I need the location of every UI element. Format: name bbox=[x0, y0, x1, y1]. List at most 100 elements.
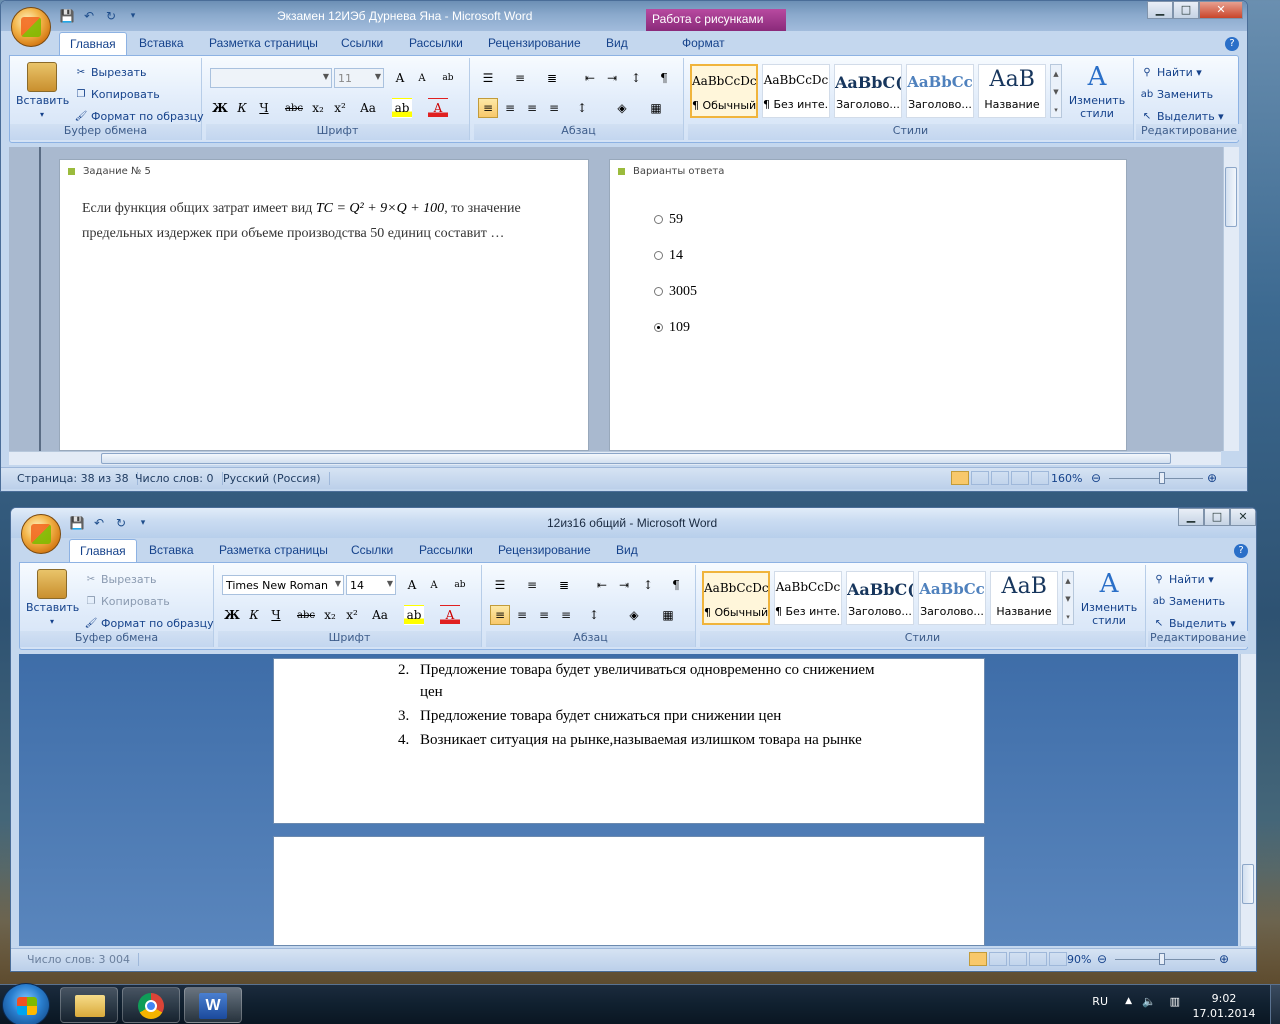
style-normal[interactable]: AaBbCcDc ¶ Обычный bbox=[702, 571, 770, 625]
superscript-button[interactable]: x² bbox=[330, 98, 350, 118]
word-window-exam[interactable]: 💾 ↶ ↻ ▾ Экзамен 12ИЭб Дурнева Яна - Micr… bbox=[0, 0, 1248, 492]
tab-home[interactable]: Главная bbox=[69, 539, 137, 562]
shading-button[interactable]: ◈ bbox=[624, 605, 644, 625]
borders-button[interactable]: ▦ bbox=[646, 98, 666, 118]
zoom-thumb[interactable] bbox=[1159, 953, 1165, 965]
minimize-button[interactable]: ▁ bbox=[1147, 1, 1173, 19]
zoom-thumb[interactable] bbox=[1159, 472, 1165, 484]
numbering-button[interactable]: ≡ bbox=[510, 68, 530, 88]
numbering-button[interactable]: ≡ bbox=[522, 575, 542, 595]
vertical-scrollbar[interactable] bbox=[1240, 654, 1256, 946]
qat-customize-icon[interactable]: ▾ bbox=[125, 9, 141, 23]
bullets-button[interactable]: ☰ bbox=[478, 68, 498, 88]
outline-view-button[interactable] bbox=[1011, 471, 1029, 485]
sort-button[interactable]: ↕ bbox=[638, 575, 658, 595]
bullets-button[interactable]: ☰ bbox=[490, 575, 510, 595]
grow-font-button[interactable]: A bbox=[390, 68, 410, 88]
zoom-slider[interactable]: ⊖ ⊕ bbox=[1097, 952, 1233, 968]
web-view-button[interactable] bbox=[1009, 952, 1027, 966]
bold-button[interactable]: Ж bbox=[210, 98, 230, 118]
print-layout-view-button[interactable] bbox=[969, 952, 987, 966]
maximize-button[interactable]: □ bbox=[1204, 508, 1230, 526]
save-icon[interactable]: 💾 bbox=[59, 9, 75, 23]
paste-button[interactable]: Вставить ▾ bbox=[26, 569, 79, 627]
taskbar-chrome[interactable] bbox=[122, 987, 180, 1023]
tab-view[interactable]: Вид bbox=[610, 541, 644, 559]
start-button[interactable] bbox=[2, 983, 50, 1024]
save-icon[interactable]: 💾 bbox=[69, 516, 85, 530]
change-case-button[interactable]: Aa bbox=[354, 98, 382, 118]
clear-format-button[interactable]: ab bbox=[438, 68, 458, 88]
tab-review[interactable]: Рецензирование bbox=[482, 34, 587, 52]
font-size-combo[interactable]: 11 ▼ bbox=[334, 68, 384, 88]
tab-review[interactable]: Рецензирование bbox=[492, 541, 597, 559]
styles-scroll[interactable]: ▲ ▼ ▾ bbox=[1062, 571, 1074, 625]
replace-button[interactable]: ab Заменить bbox=[1152, 595, 1225, 608]
office-button[interactable] bbox=[21, 514, 61, 554]
document-page-next[interactable] bbox=[273, 836, 985, 946]
document-page[interactable]: 2. Предложение товара будет увеличиватьс… bbox=[273, 658, 985, 824]
close-button[interactable]: ✕ bbox=[1199, 1, 1243, 19]
borders-button[interactable]: ▦ bbox=[658, 605, 678, 625]
shrink-font-button[interactable]: A bbox=[412, 68, 432, 88]
select-button[interactable]: ↖ Выделить ▾ bbox=[1140, 110, 1224, 123]
zoom-level[interactable]: 90% bbox=[1067, 953, 1091, 966]
shading-button[interactable]: ◈ bbox=[612, 98, 632, 118]
maximize-button[interactable]: □ bbox=[1173, 1, 1199, 19]
help-icon[interactable]: ? bbox=[1234, 544, 1248, 558]
taskbar-word[interactable]: W bbox=[184, 987, 242, 1023]
tab-mailings[interactable]: Рассылки bbox=[413, 541, 479, 559]
clock[interactable]: 9:02 17.01.2014 bbox=[1184, 991, 1264, 1021]
style-normal[interactable]: AaBbCcDc ¶ Обычный bbox=[690, 64, 758, 118]
qat-customize-icon[interactable]: ▾ bbox=[135, 516, 151, 530]
title-bar[interactable]: 💾 ↶ ↻ ▾ Экзамен 12ИЭб Дурнева Яна - Micr… bbox=[1, 1, 1247, 31]
radio-button[interactable] bbox=[654, 287, 663, 297]
answer-option-4[interactable]: 109 bbox=[654, 320, 690, 336]
reading-view-button[interactable] bbox=[971, 471, 989, 485]
zoom-out-icon[interactable]: ⊖ bbox=[1091, 471, 1101, 485]
answer-option-3[interactable]: 3005 bbox=[654, 284, 697, 300]
word-count[interactable]: Число слов: 0 bbox=[135, 472, 223, 485]
office-button[interactable] bbox=[11, 7, 51, 47]
superscript-button[interactable]: x² bbox=[342, 605, 362, 625]
minimize-button[interactable]: ▁ bbox=[1178, 508, 1204, 526]
paste-button[interactable]: Вставить ▾ bbox=[16, 62, 69, 120]
align-center-button[interactable]: ≡ bbox=[500, 98, 520, 118]
line-spacing-button[interactable]: ↕ bbox=[584, 605, 604, 625]
bold-button[interactable]: Ж bbox=[222, 605, 242, 625]
change-styles-button[interactable]: A Изменить стили bbox=[1066, 62, 1128, 120]
style-no-spacing[interactable]: AaBbCcDc ¶ Без инте... bbox=[774, 571, 842, 625]
align-right-button[interactable]: ≡ bbox=[534, 605, 554, 625]
clear-format-button[interactable]: ab bbox=[450, 575, 470, 595]
help-icon[interactable]: ? bbox=[1225, 37, 1239, 51]
hscroll-thumb[interactable] bbox=[101, 453, 1171, 464]
style-no-spacing[interactable]: AaBbCcDc ¶ Без инте... bbox=[762, 64, 830, 118]
justify-button[interactable]: ≡ bbox=[556, 605, 576, 625]
styles-scroll[interactable]: ▲ ▼ ▾ bbox=[1050, 64, 1062, 118]
copy-button[interactable]: ❐ Копировать bbox=[84, 595, 170, 608]
undo-icon[interactable]: ↶ bbox=[91, 516, 107, 530]
line-spacing-button[interactable]: ↕ bbox=[572, 98, 592, 118]
style-heading2[interactable]: AaBbCc Заголово... bbox=[918, 571, 986, 625]
shrink-font-button[interactable]: A bbox=[424, 575, 444, 595]
grow-font-button[interactable]: A bbox=[402, 575, 422, 595]
redo-icon[interactable]: ↻ bbox=[103, 9, 119, 23]
tab-insert[interactable]: Вставка bbox=[143, 541, 200, 559]
strikethrough-button[interactable]: abc bbox=[296, 605, 316, 625]
style-heading2[interactable]: AaBbCc Заголово... bbox=[906, 64, 974, 118]
horizontal-scrollbar[interactable] bbox=[9, 451, 1221, 465]
radio-button[interactable] bbox=[654, 251, 663, 261]
justify-button[interactable]: ≡ bbox=[544, 98, 564, 118]
tab-insert[interactable]: Вставка bbox=[133, 34, 190, 52]
radio-button[interactable] bbox=[654, 215, 663, 225]
format-painter-button[interactable]: 🖌 Формат по образцу bbox=[84, 617, 214, 630]
word-count[interactable]: Число слов: 3 004 bbox=[27, 953, 139, 966]
radio-button-selected[interactable] bbox=[654, 323, 663, 333]
style-title[interactable]: АаВ Название bbox=[990, 571, 1058, 625]
document-area[interactable]: 2. Предложение товара будет увеличиватьс… bbox=[19, 654, 1238, 946]
find-button[interactable]: ⚲ Найти ▾ bbox=[1152, 573, 1213, 586]
tab-references[interactable]: Ссылки bbox=[335, 34, 389, 52]
tab-format[interactable]: Формат bbox=[676, 34, 731, 52]
subscript-button[interactable]: x₂ bbox=[320, 605, 340, 625]
outline-view-button[interactable] bbox=[1029, 952, 1047, 966]
